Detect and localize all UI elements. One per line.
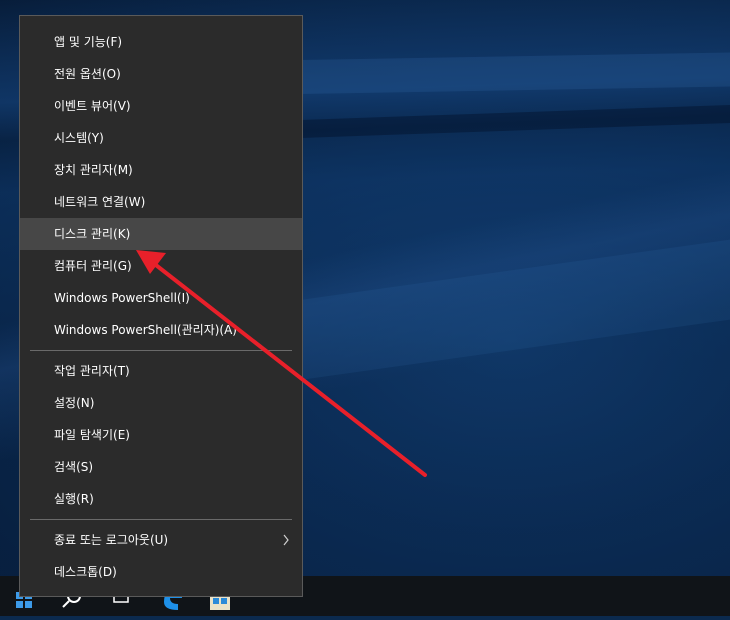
menu-item-label: Windows PowerShell(관리자)(A) bbox=[54, 323, 237, 337]
menu-separator bbox=[30, 350, 292, 351]
menu-item-settings[interactable]: 설정(N) bbox=[20, 387, 302, 419]
menu-item-label: 설정(N) bbox=[54, 396, 95, 410]
menu-item-label: 컴퓨터 관리(G) bbox=[54, 259, 132, 273]
menu-item-system[interactable]: 시스템(Y) bbox=[20, 122, 302, 154]
winx-context-menu: 앱 및 기능(F) 전원 옵션(O) 이벤트 뷰어(V) 시스템(Y) 장치 관… bbox=[19, 15, 303, 597]
wallpaper-light-band-2 bbox=[300, 239, 730, 380]
menu-item-task-manager[interactable]: 작업 관리자(T) bbox=[20, 355, 302, 387]
wallpaper-light-band bbox=[300, 52, 730, 94]
menu-item-event-viewer[interactable]: 이벤트 뷰어(V) bbox=[20, 90, 302, 122]
menu-item-desktop[interactable]: 데스크톱(D) bbox=[20, 556, 302, 588]
menu-item-label: Windows PowerShell(I) bbox=[54, 291, 190, 305]
menu-item-file-explorer[interactable]: 파일 탐색기(E) bbox=[20, 419, 302, 451]
menu-item-label: 네트워크 연결(W) bbox=[54, 195, 146, 209]
menu-item-label: 앱 및 기능(F) bbox=[54, 35, 123, 49]
wallpaper-dark-band bbox=[300, 104, 730, 138]
menu-item-label: 실행(R) bbox=[54, 492, 94, 506]
menu-separator bbox=[30, 519, 292, 520]
menu-item-label: 시스템(Y) bbox=[54, 131, 104, 145]
menu-item-label: 종료 또는 로그아웃(U) bbox=[54, 533, 169, 547]
menu-item-apps-features[interactable]: 앱 및 기능(F) bbox=[20, 26, 302, 58]
menu-item-shutdown-signout[interactable]: 종료 또는 로그아웃(U) bbox=[20, 524, 302, 556]
menu-item-network-connections[interactable]: 네트워크 연결(W) bbox=[20, 186, 302, 218]
menu-item-label: 전원 옵션(O) bbox=[54, 67, 121, 81]
menu-item-label: 작업 관리자(T) bbox=[54, 364, 130, 378]
menu-item-label: 검색(S) bbox=[54, 460, 94, 474]
menu-item-search[interactable]: 검색(S) bbox=[20, 451, 302, 483]
menu-item-powershell[interactable]: Windows PowerShell(I) bbox=[20, 282, 302, 314]
menu-item-label: 데스크톱(D) bbox=[54, 565, 117, 579]
menu-item-run[interactable]: 실행(R) bbox=[20, 483, 302, 515]
menu-item-device-manager[interactable]: 장치 관리자(M) bbox=[20, 154, 302, 186]
menu-item-label: 디스크 관리(K) bbox=[54, 227, 131, 241]
menu-item-power-options[interactable]: 전원 옵션(O) bbox=[20, 58, 302, 90]
menu-item-computer-management[interactable]: 컴퓨터 관리(G) bbox=[20, 250, 302, 282]
menu-item-label: 파일 탐색기(E) bbox=[54, 428, 130, 442]
menu-item-powershell-admin[interactable]: Windows PowerShell(관리자)(A) bbox=[20, 314, 302, 346]
menu-item-label: 이벤트 뷰어(V) bbox=[54, 99, 131, 113]
menu-item-label: 장치 관리자(M) bbox=[54, 163, 133, 177]
menu-item-disk-management[interactable]: 디스크 관리(K) bbox=[20, 218, 302, 250]
